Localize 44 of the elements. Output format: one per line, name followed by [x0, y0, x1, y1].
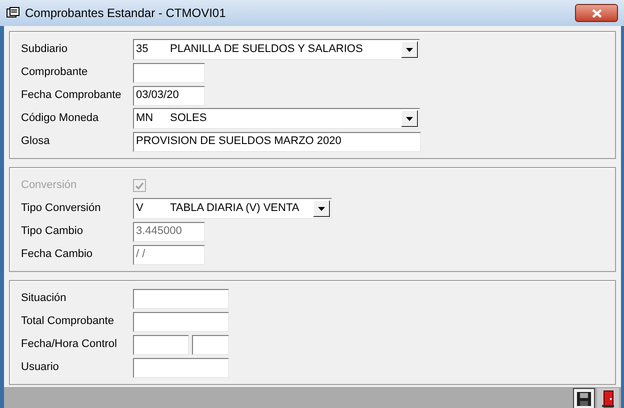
field-label: Usuario: [20, 360, 60, 376]
checkmark-icon: [135, 182, 144, 190]
window-title: Comprobantes Estandar - CTMOVI01: [25, 5, 227, 22]
time-field[interactable]: [192, 334, 229, 354]
input-field[interactable]: PROVISION DE SUELDOS MARZO 2020: [133, 132, 421, 152]
door-icon: [601, 390, 615, 408]
field-label: Fecha Cambio: [20, 247, 94, 262]
field-label: Situación: [20, 291, 68, 306]
field-label: Glosa: [20, 134, 51, 150]
save-button[interactable]: [573, 388, 595, 408]
field-label: Tipo Conversión: [20, 201, 102, 216]
caret-down-icon: [318, 206, 325, 210]
dropdown-code: V: [135, 201, 144, 216]
dropdown-value: PLANILLA DE SUELDOS Y SALARIOS: [170, 42, 364, 58]
field-label: Comprobante: [20, 65, 89, 80]
field-label: Subdiario: [20, 42, 68, 58]
dropdown-arrow-button[interactable]: [401, 110, 418, 127]
exit-button[interactable]: [597, 388, 619, 408]
dropdown-value: TABLA DIARIA (V) VENTA: [170, 201, 300, 216]
caret-down-icon: [406, 116, 413, 120]
input-field[interactable]: 03/03/20: [133, 86, 205, 106]
field-label: Código Moneda: [20, 111, 100, 126]
close-icon: [592, 8, 602, 18]
field-label: Conversión: [20, 178, 78, 194]
dropdown-code: 35: [135, 42, 150, 58]
input-field[interactable]: [133, 358, 229, 378]
close-button[interactable]: [575, 4, 618, 22]
dropdown[interactable]: 35 PLANILLA DE SUELDOS Y SALARIOS: [133, 39, 420, 60]
window-icon: [6, 7, 20, 19]
input-field[interactable]: [133, 288, 229, 308]
field-label: Tipo Cambio: [20, 224, 84, 240]
dropdown[interactable]: MN SOLES: [133, 108, 420, 129]
input-field[interactable]: [133, 312, 229, 332]
dropdown[interactable]: V TABLA DIARIA (V) VENTA: [133, 198, 332, 219]
field-label: Fecha/Hora Control: [20, 337, 118, 352]
dropdown-value: SOLES: [170, 111, 208, 126]
dropdown-arrow-button[interactable]: [401, 41, 418, 58]
field-label: Fecha Comprobante: [20, 88, 122, 104]
caret-down-icon: [406, 48, 413, 52]
date-field[interactable]: [133, 334, 189, 354]
dropdown-arrow-button[interactable]: [313, 200, 330, 217]
input-field[interactable]: [133, 62, 205, 82]
field-label: Total Comprobante: [20, 314, 115, 330]
dropdown-code: MN: [135, 111, 154, 126]
